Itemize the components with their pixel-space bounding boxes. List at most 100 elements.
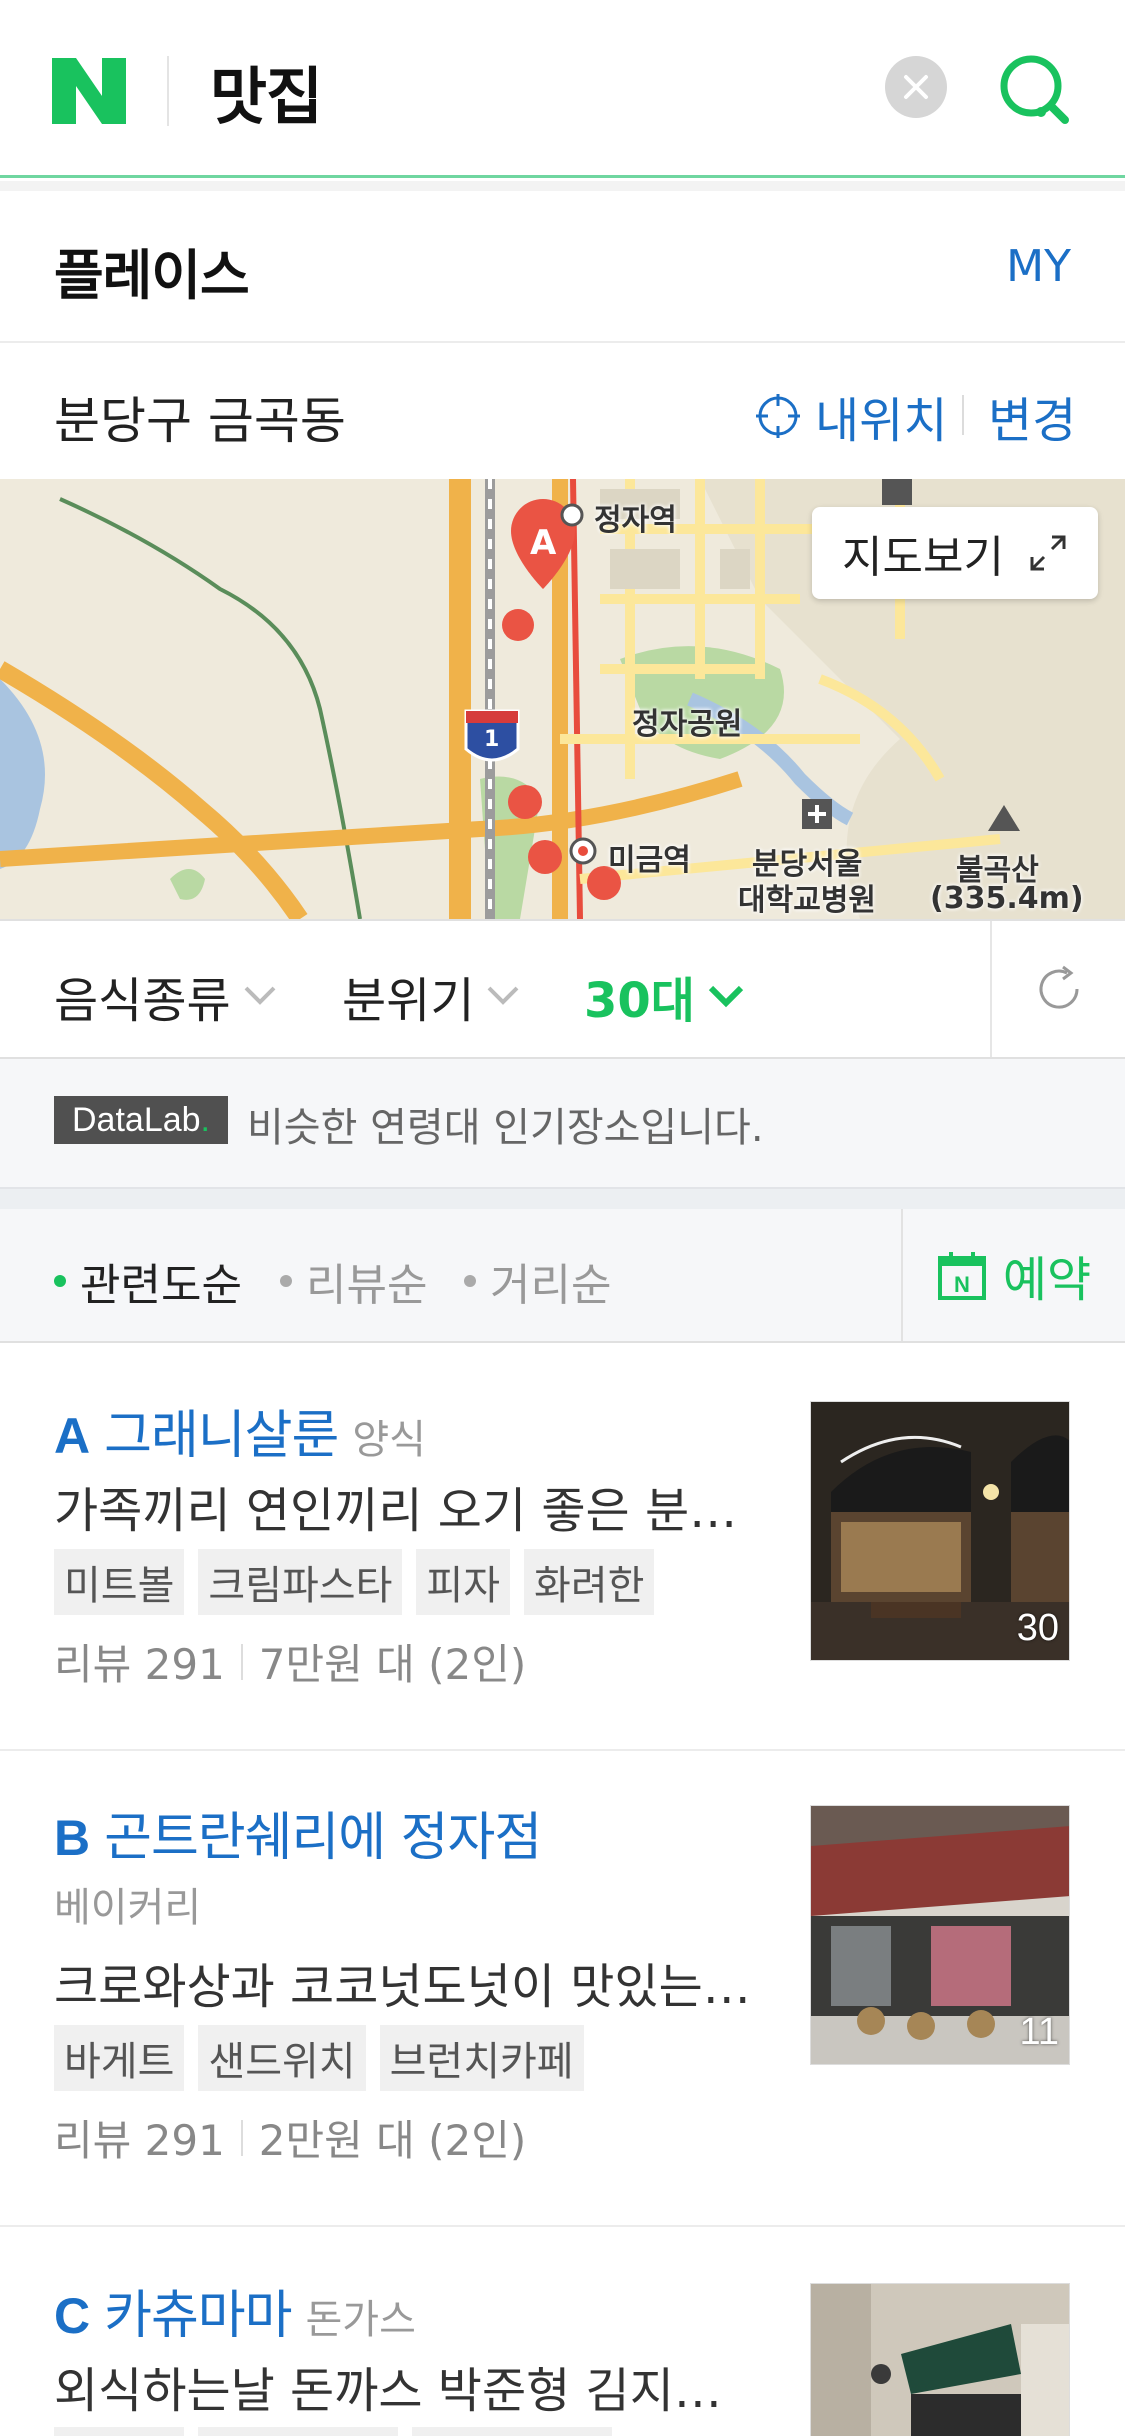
header-shadow: [0, 181, 1125, 191]
map-view-button[interactable]: 지도보기: [812, 507, 1098, 599]
sort-dot-icon: [280, 1275, 292, 1287]
filter-row: 음식종류 분위기 30대: [0, 919, 1125, 1059]
result-name-link[interactable]: 그래니살룬: [104, 1393, 339, 1468]
location-name: 분당구 금곡동: [54, 392, 346, 450]
my-position-button[interactable]: 내위치: [755, 381, 947, 451]
section-gap: [0, 1187, 1125, 1209]
place-title: 플레이스: [54, 244, 250, 307]
sort-distance[interactable]: 거리순: [464, 1249, 611, 1313]
result-item[interactable]: B 곤트란쉐리에 정자점 베이커리 크로와상과 코코넛도넛이 맛있는… 바게트 …: [0, 1751, 1125, 2227]
datalab-badge-dot: .: [200, 1100, 210, 1139]
result-photo[interactable]: 11: [810, 1805, 1070, 2065]
result-price: 2만원 대 (2인): [258, 2116, 527, 2165]
map-view[interactable]: A 1 정자역 정자공원 미금역 분당서울 대학교병원 불곡산 (335.4m)…: [0, 479, 1125, 919]
photo-count: 11: [1019, 2011, 1059, 2053]
filter-atmosphere[interactable]: 분위기: [342, 961, 520, 1031]
search-icon[interactable]: [995, 50, 1075, 130]
reserve-button[interactable]: N 예약: [901, 1209, 1125, 1341]
result-heading: B 곤트란쉐리에 정자점: [54, 1795, 542, 1870]
datalab-notice: DataLab. 비슷한 연령대 인기장소입니다.: [0, 1059, 1125, 1187]
header-divider: [167, 56, 169, 126]
search-query-text[interactable]: 맛집: [210, 46, 323, 136]
result-tags: 바게트 샌드위치 브런치카페: [54, 2025, 584, 2091]
result-tag: 피자: [416, 1549, 511, 1615]
location-bar: 분당구 금곡동 내위치 변경: [0, 345, 1125, 479]
sort-relevance[interactable]: 관련도순: [54, 1249, 242, 1313]
meta-divider: [240, 2119, 243, 2156]
map-label-hospital-line2: 대학교병원: [738, 883, 876, 918]
filter-food-type-label: 음식종류: [54, 973, 231, 1029]
filter-age-group[interactable]: 30대: [584, 961, 745, 1031]
sort-distance-label: 거리순: [490, 1260, 612, 1311]
refresh-icon: [1039, 965, 1079, 1009]
result-tag: 브런치카페: [379, 2025, 584, 2091]
sort-row: 관련도순 리뷰순 거리순 N 예약: [0, 1209, 1125, 1343]
result-category: 베이커리: [54, 1885, 202, 1931]
sort-dot-icon: [54, 1275, 66, 1287]
sort-reviews[interactable]: 리뷰순: [280, 1249, 427, 1313]
result-photo[interactable]: [810, 2283, 1070, 2436]
result-description: 외식하는날 돈까스 박준형 김지…: [54, 2363, 722, 2419]
naver-booking-calendar-icon: N: [937, 1252, 986, 1300]
result-marker-letter: C: [54, 2288, 91, 2344]
crosshair-icon: [756, 394, 800, 438]
result-description: 크로와상과 코코넛도넛이 맛있는…: [54, 1959, 751, 2015]
refresh-filters-button[interactable]: [990, 921, 1125, 1057]
expand-icon: [1030, 535, 1066, 571]
datalab-badge: DataLab.: [54, 1096, 228, 1144]
booking-icon-letter: N: [954, 1272, 970, 1297]
result-meta: 리뷰 291 7만원 대 (2인): [54, 1631, 526, 1692]
result-category: 돈가스: [305, 2297, 416, 2343]
map-label-jeongja-station: 정자역: [594, 503, 677, 538]
datalab-badge-text: DataLab: [72, 1100, 201, 1139]
result-tag-stub: [54, 2427, 184, 2436]
result-tags: [54, 2427, 612, 2436]
result-category: 양식: [352, 1417, 426, 1463]
result-name-link[interactable]: 곤트란쉐리에 정자점: [104, 1795, 542, 1870]
filter-age-group-label: 30대: [584, 973, 695, 1029]
meta-divider: [240, 1643, 243, 1680]
sort-relevance-label: 관련도순: [80, 1260, 242, 1311]
filter-food-type[interactable]: 음식종류: [54, 961, 277, 1031]
naver-logo-icon[interactable]: [52, 58, 126, 124]
result-tag: 바게트: [54, 2025, 185, 2091]
result-tag-stub: [412, 2427, 612, 2436]
clear-search-button[interactable]: [885, 56, 947, 118]
map-marker-label: A: [530, 523, 557, 563]
result-review-count: 리뷰 291: [54, 1640, 225, 1689]
chevron-down-icon: [708, 985, 744, 1008]
my-link[interactable]: MY: [1006, 241, 1071, 292]
result-description: 가족끼리 연인끼리 오기 좋은 분…: [54, 1483, 738, 1539]
result-tag-stub: [198, 2427, 398, 2436]
result-tag: 화려한: [524, 1549, 655, 1615]
map-label-mountain-height: (335.4m): [930, 881, 1084, 916]
result-tags: 미트볼 크림파스타 피자 화려한: [54, 1549, 655, 1615]
result-heading: C 카츄마마 돈가스: [54, 2273, 416, 2348]
search-header: 맛집: [0, 0, 1125, 178]
reserve-label: 예약: [1002, 1252, 1092, 1308]
location-divider: [962, 395, 964, 435]
result-marker-letter: A: [54, 1408, 91, 1464]
map-label-migeum-station: 미금역: [608, 843, 691, 878]
result-review-count: 리뷰 291: [54, 2116, 225, 2165]
result-price: 7만원 대 (2인): [258, 1640, 527, 1689]
result-meta: 리뷰 291 2만원 대 (2인): [54, 2107, 526, 2168]
result-tag: 미트볼: [54, 1549, 185, 1615]
result-item[interactable]: A 그래니살룬 양식 가족끼리 연인끼리 오기 좋은 분… 미트볼 크림파스타 …: [0, 1345, 1125, 1751]
result-photo[interactable]: 30: [810, 1401, 1070, 1661]
change-location-button[interactable]: 변경: [988, 381, 1076, 451]
map-label-jeongja-park: 정자공원: [632, 707, 743, 742]
my-position-label: 내위치: [815, 393, 948, 449]
map-route-number: 1: [484, 727, 500, 752]
datalab-notice-text: 비슷한 연령대 인기장소입니다.: [247, 1105, 764, 1151]
chevron-down-icon: [488, 986, 519, 1005]
result-heading: A 그래니살룬 양식: [54, 1393, 426, 1468]
result-tag: 샌드위치: [198, 2025, 366, 2091]
result-name-link[interactable]: 카츄마마: [104, 2273, 292, 2348]
result-item[interactable]: C 카츄마마 돈가스 외식하는날 돈까스 박준형 김지…: [0, 2227, 1125, 2436]
chevron-down-icon: [244, 986, 276, 1005]
sort-reviews-label: 리뷰순: [306, 1260, 428, 1311]
place-section-header: 플레이스 MY: [0, 191, 1125, 343]
result-marker-letter: B: [54, 1810, 91, 1866]
map-view-label: 지도보기: [842, 532, 1004, 583]
